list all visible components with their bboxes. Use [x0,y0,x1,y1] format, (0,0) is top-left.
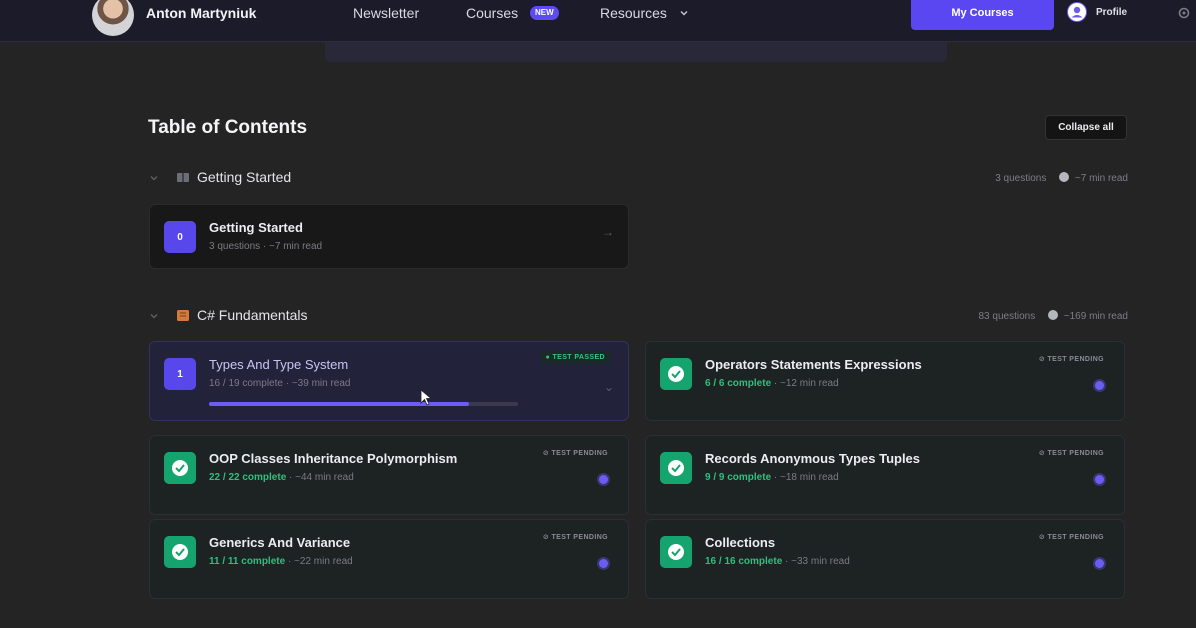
profile-icon[interactable] [1067,2,1087,22]
mouse-cursor-icon [420,389,432,406]
complete-count: 11 / 11 complete [209,556,286,567]
lesson-card-generics[interactable]: Generics And Variance 11 / 11 complete ·… [149,519,629,599]
collapse-all-button[interactable]: Collapse all [1045,115,1127,140]
lesson-meta: 16 / 19 complete · ~39 min read [209,378,350,389]
nav-link-resources[interactable]: Resources [600,5,667,21]
lesson-number: 1 [164,358,196,390]
clock-icon [1059,172,1070,182]
status-badge: ⊘ TEST PENDING [1038,450,1104,457]
check-icon [660,536,692,568]
chevron-down-icon[interactable]: ⌄ [604,380,614,394]
section-title: C# Fundamentals [197,307,308,323]
lesson-card-oop[interactable]: OOP Classes Inheritance Polymorphism 22 … [149,435,629,515]
check-icon [660,358,692,390]
read-time: · ~44 min read [286,472,354,483]
nav-dropdown-shadow [325,42,947,62]
lesson-card-operators[interactable]: Operators Statements Expressions 6 / 6 c… [645,341,1125,421]
lesson-title: Collections [705,535,776,550]
complete-count: 16 / 16 complete [705,556,783,567]
lesson-meta: 9 / 9 complete · ~18 min read [705,472,839,483]
check-icon [164,536,196,568]
lesson-title: Types And Type System [209,357,349,372]
code-book-icon [177,310,189,321]
lesson-card-types[interactable]: 1 Types And Type System 16 / 19 complete… [149,341,629,421]
lesson-card-records[interactable]: Records Anonymous Types Tuples 9 / 9 com… [645,435,1125,515]
lesson-meta: 22 / 22 complete · ~44 min read [209,472,354,483]
read-time: · ~33 min read [782,556,850,567]
chevron-down-icon[interactable] [148,311,160,321]
section-header-csharp-fundamentals[interactable]: C# Fundamentals 83 questions ~169 min re… [148,304,1128,328]
status-badge: ⊘ TEST PENDING [1038,356,1104,363]
lesson-card-collections[interactable]: Collections 16 / 16 complete · ~33 min r… [645,519,1125,599]
status-badge: ⊘ TEST PENDING [1038,534,1104,541]
page-title: Table of Contents [148,117,308,138]
read-time: ~7 min read [1074,173,1128,184]
status-dot-icon [1093,557,1106,570]
status-dot-icon [597,557,610,570]
new-badge: NEW [530,6,559,20]
book-icon [177,173,189,182]
read-time: · ~39 min read [282,378,351,389]
lesson-number: 0 [164,221,196,253]
read-time: ~169 min read [1063,311,1128,322]
read-time: · ~22 min read [285,556,353,567]
lesson-title: Records Anonymous Types Tuples [705,451,921,466]
section-title: Getting Started [197,169,292,185]
nav-link-courses[interactable]: Courses [466,5,518,21]
progress-bar [209,402,518,406]
read-time: · ~12 min read [771,378,839,389]
status-badge: ● TEST PASSED [539,351,611,364]
gear-icon[interactable] [1178,7,1190,19]
status-badge: ⊘ TEST PENDING [542,534,608,541]
check-icon [164,452,196,484]
chevron-down-icon[interactable] [679,8,689,18]
lesson-card-getting-started[interactable]: 0 Getting Started 3 questions · ~7 min r… [149,204,629,269]
nav-link-newsletter[interactable]: Newsletter [353,5,419,21]
lesson-title: OOP Classes Inheritance Polymorphism [209,451,458,466]
lesson-meta: 6 / 6 complete · ~12 min read [705,378,839,389]
my-courses-button[interactable]: My Courses [911,0,1054,30]
read-time: · ~18 min read [771,472,839,483]
lesson-title: Generics And Variance [209,535,351,550]
brand-name[interactable]: Anton Martyniuk [146,5,256,21]
clock-icon [1048,310,1058,320]
section-meta: 3 questions ~7 min read [995,172,1128,184]
avatar[interactable] [92,0,134,36]
arrow-right-icon[interactable]: → [602,225,614,239]
status-badge: ⊘ TEST PENDING [542,450,608,457]
status-dot-icon [1093,379,1106,392]
profile-link[interactable]: Profile [1096,7,1127,18]
lesson-meta: 11 / 11 complete · ~22 min read [209,556,353,567]
status-dot-icon [1093,473,1106,486]
complete-count: 6 / 6 complete [705,378,772,389]
status-dot-icon [597,473,610,486]
top-navigation: Anton Martyniuk Newsletter Courses NEW R… [0,0,1196,42]
complete-count: 9 / 9 complete [705,472,772,483]
complete-count: 16 / 19 complete [209,378,283,389]
check-icon [660,452,692,484]
lesson-title: Operators Statements Expressions [705,357,922,372]
lesson-title: Getting Started [209,220,303,235]
lesson-meta: 16 / 16 complete · ~33 min read [705,556,850,567]
complete-count: 22 / 22 complete [209,472,287,483]
section-header-getting-started[interactable]: Getting Started 3 questions ~7 min read [148,166,1128,190]
lesson-meta: 3 questions · ~7 min read [209,241,323,252]
question-count: 3 questions [995,173,1047,184]
section-meta: 83 questions ~169 min read [978,310,1128,322]
chevron-down-icon[interactable] [148,173,160,183]
question-count: 83 questions [978,311,1036,322]
